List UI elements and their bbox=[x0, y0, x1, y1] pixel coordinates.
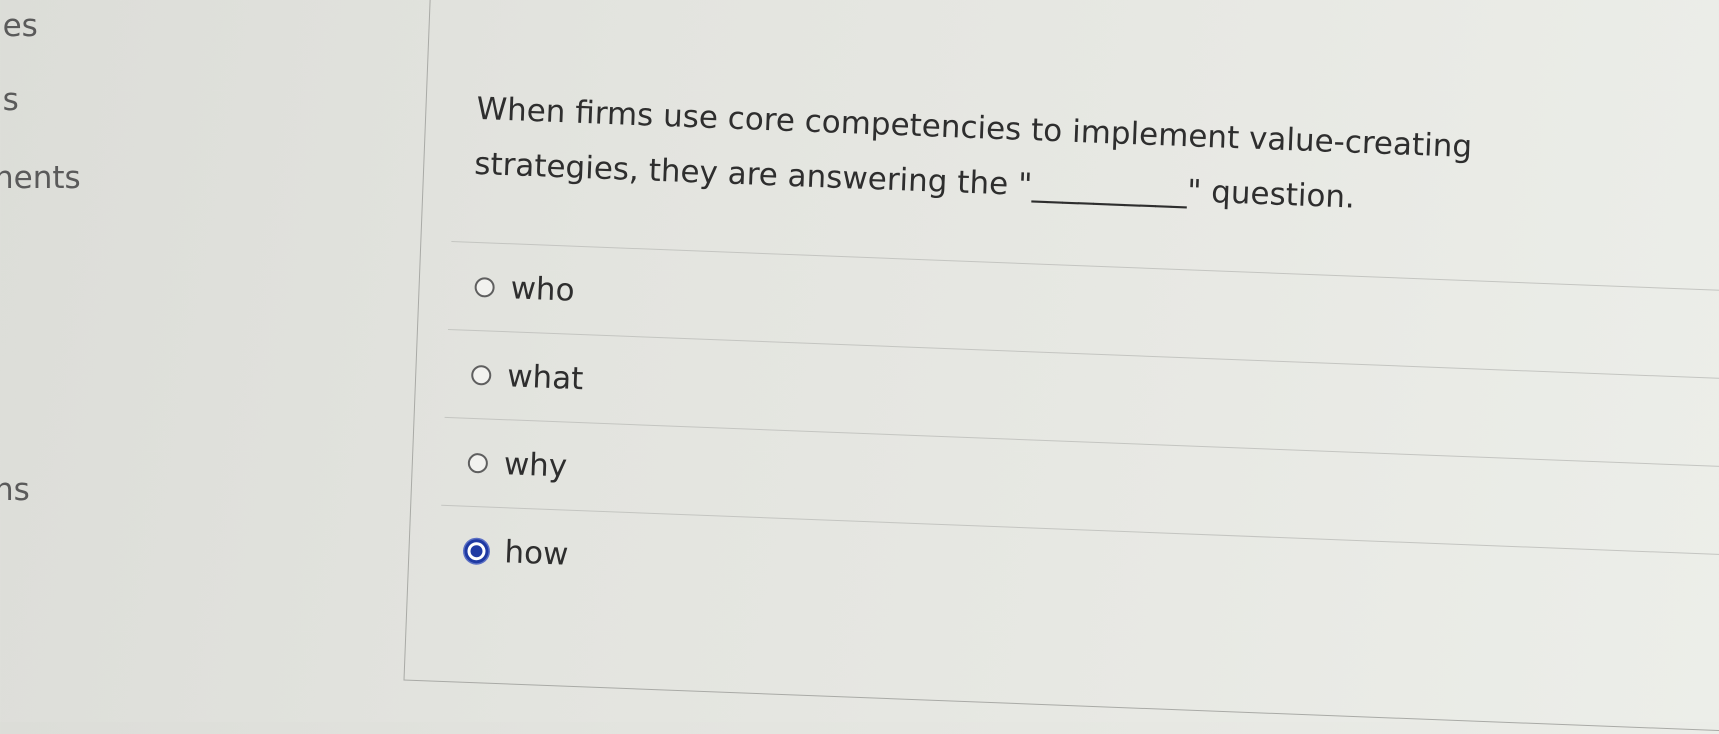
radio-button-who[interactable] bbox=[474, 276, 496, 298]
answer-options: who what why how bbox=[408, 240, 1719, 645]
option-label-what: what bbox=[506, 357, 585, 397]
nav-item-discussions[interactable]: ıs bbox=[0, 82, 19, 118]
nav-item-quizzes[interactable]: ns bbox=[0, 472, 30, 508]
option-label-why: why bbox=[503, 445, 568, 485]
option-label-how: how bbox=[503, 533, 570, 573]
question-text: When firms use core competencies to impl… bbox=[473, 90, 1473, 216]
nav-item-modules[interactable]: les bbox=[0, 8, 38, 44]
radio-button-why[interactable] bbox=[467, 452, 489, 474]
nav-item-assignments[interactable]: nents bbox=[0, 160, 81, 196]
course-navigation: les ıs nents ns bbox=[0, 0, 460, 722]
option-label-who: who bbox=[509, 269, 576, 309]
radio-button-what[interactable] bbox=[470, 364, 492, 386]
question-panel: When firms use core competencies to impl… bbox=[403, 0, 1719, 734]
radio-button-how-selected[interactable] bbox=[464, 538, 489, 564]
